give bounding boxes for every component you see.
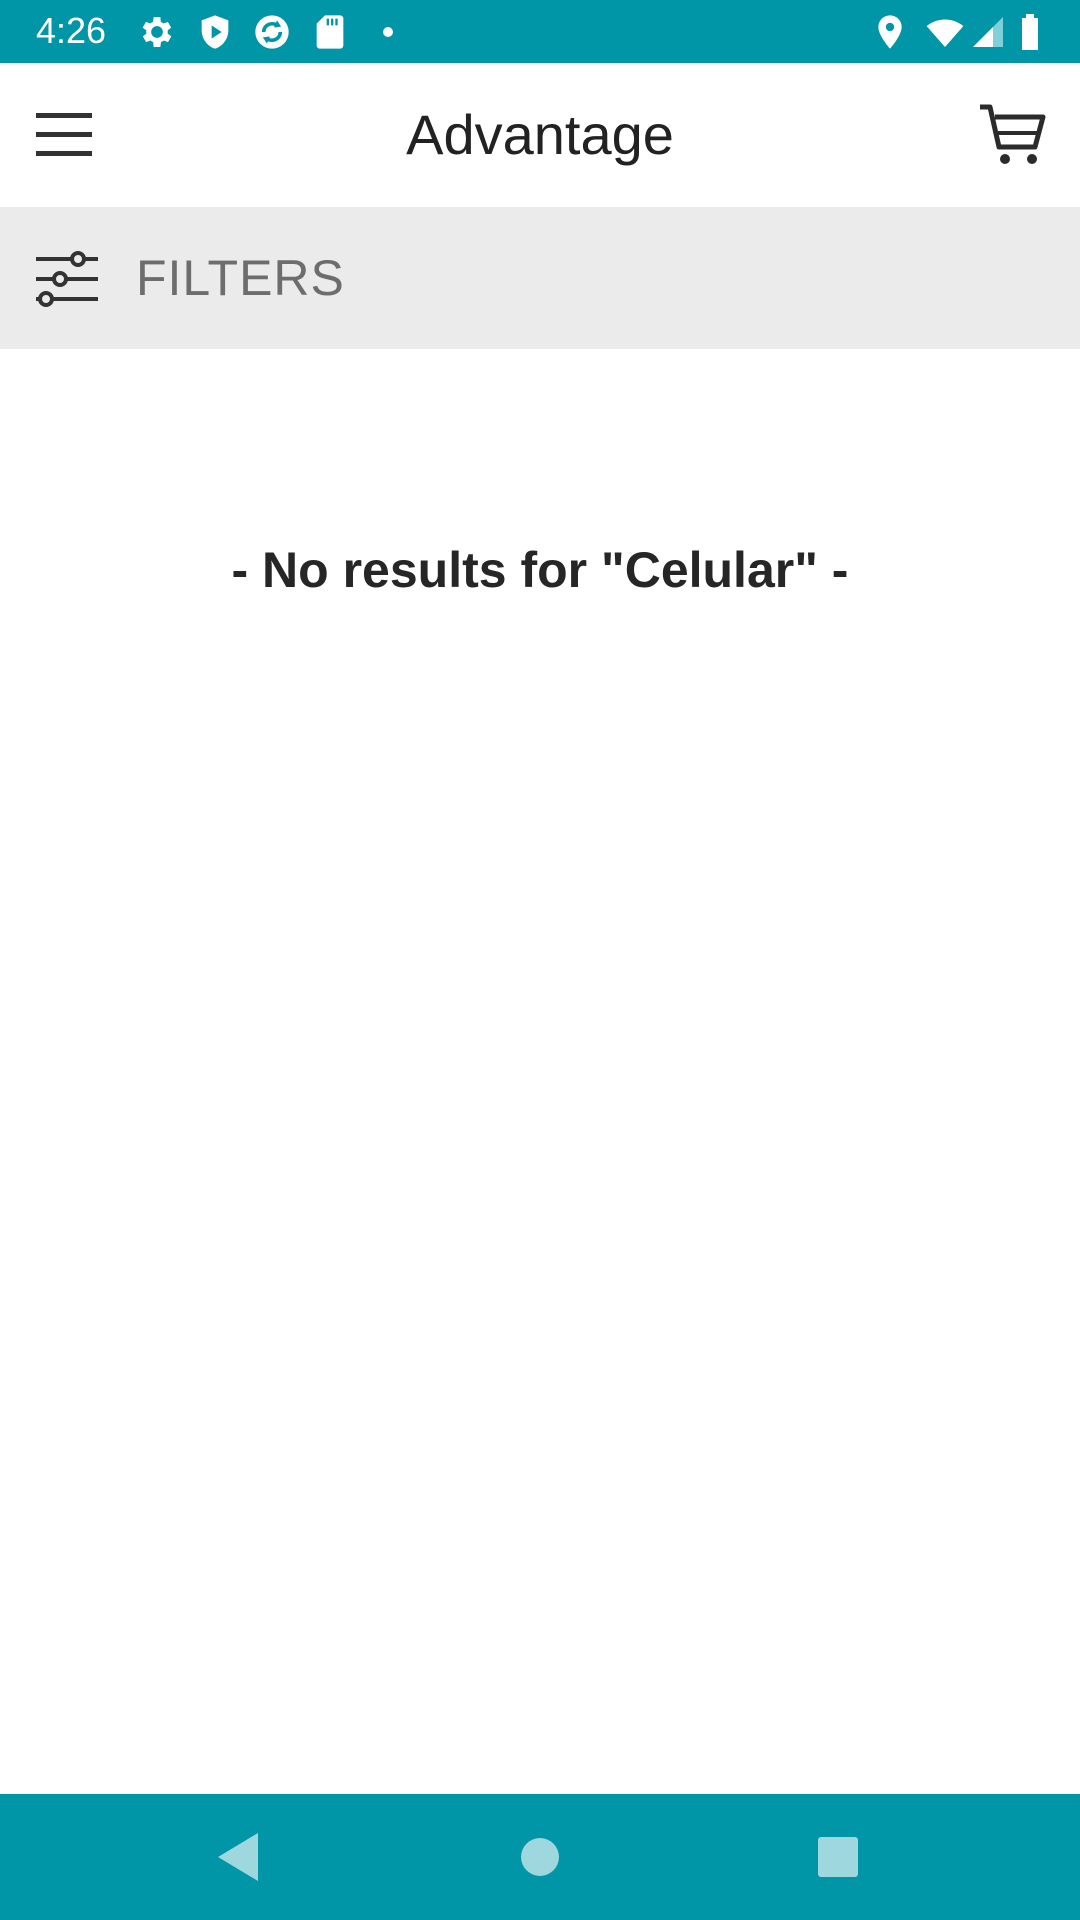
filters-button[interactable]: FILTERS: [0, 207, 1080, 349]
notification-dot-icon: [368, 12, 408, 52]
status-time: 4:26: [36, 10, 107, 51]
hamburger-menu-icon[interactable]: [28, 105, 100, 165]
cellular-signal-icon: [968, 12, 1008, 52]
back-icon[interactable]: [200, 1817, 280, 1897]
no-results-message: - No results for "Celular" -: [231, 542, 849, 598]
sliders-icon: [34, 249, 100, 309]
location-icon: [870, 12, 910, 52]
battery-icon: [1012, 12, 1048, 52]
sd-card-icon: [310, 12, 350, 52]
play-protect-icon: [195, 12, 235, 52]
status-bar: 4:26: [0, 0, 1080, 63]
navigation-bar: [0, 1794, 1080, 1920]
shopping-cart-icon[interactable]: [978, 101, 1048, 171]
recents-icon[interactable]: [798, 1817, 878, 1897]
filters-label: FILTERS: [136, 250, 345, 306]
settings-icon: [137, 12, 177, 52]
sync-icon: [252, 12, 292, 52]
home-icon[interactable]: [500, 1817, 580, 1897]
wifi-icon: [922, 12, 968, 52]
app-bar: Advantage: [0, 63, 1080, 207]
app-title: Advantage: [406, 103, 674, 166]
